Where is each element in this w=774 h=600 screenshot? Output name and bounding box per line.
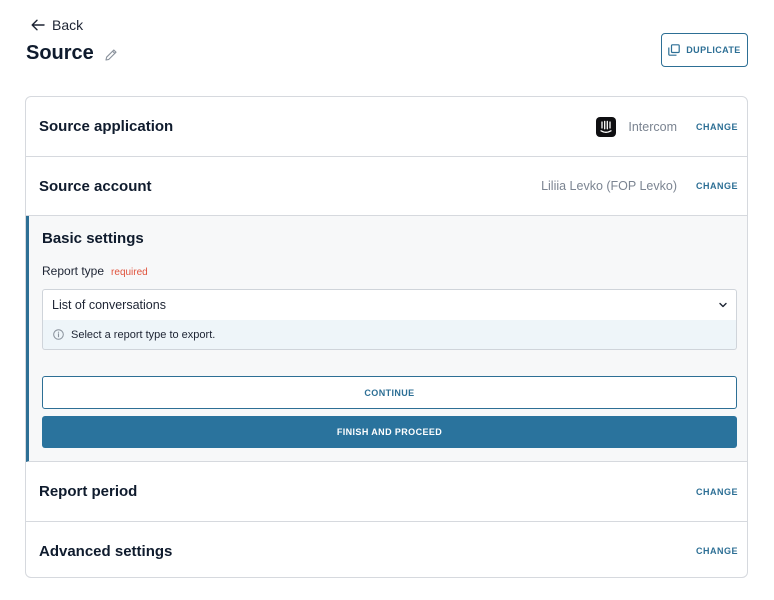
back-label: Back (52, 17, 84, 33)
required-badge: required (111, 267, 148, 278)
page-title: Source (26, 42, 94, 64)
report-type-select[interactable]: List of conversations (42, 289, 737, 321)
duplicate-icon (668, 44, 681, 56)
duplicate-label: DUPLICATE (686, 45, 741, 55)
change-report-period-button[interactable]: CHANGE (696, 487, 738, 497)
report-type-label-text: Report type (42, 264, 105, 278)
source-account-value: Liliia Levko (FOP Levko) (541, 179, 677, 193)
report-type-value: List of conversations (52, 298, 166, 312)
basic-settings-title: Basic settings (42, 230, 144, 247)
report-period-section: Report period CHANGE (26, 462, 747, 522)
back-link[interactable]: Back (31, 17, 83, 33)
chevron-down-icon (719, 302, 727, 308)
info-icon (53, 329, 64, 340)
finish-and-proceed-button[interactable]: FINISH AND PROCEED (42, 416, 737, 448)
advanced-settings-section: Advanced settings CHANGE (26, 522, 747, 577)
report-type-hint: Select a report type to export. (42, 320, 737, 350)
duplicate-button[interactable]: DUPLICATE (661, 33, 748, 67)
source-application-section: Source application Intercom CHANGE (26, 97, 747, 157)
continue-button[interactable]: CONTINUE (42, 376, 737, 409)
report-type-label: Report type required (42, 264, 148, 278)
change-source-application-button[interactable]: CHANGE (696, 122, 738, 132)
change-source-account-button[interactable]: CHANGE (696, 181, 738, 191)
source-application-value: Intercom (628, 119, 677, 134)
hint-text: Select a report type to export. (71, 328, 216, 341)
basic-settings-section: Basic settings Report type required List… (26, 216, 747, 462)
source-account-section: Source account Liliia Levko (FOP Levko) … (26, 157, 747, 216)
intercom-logo-icon (596, 116, 617, 137)
pencil-icon[interactable] (104, 48, 118, 62)
settings-card: Source application Intercom CHANGE Sourc… (25, 96, 748, 578)
report-period-title: Report period (39, 483, 138, 500)
advanced-settings-title: Advanced settings (39, 542, 173, 560)
arrow-left-icon (31, 19, 45, 31)
source-application-title: Source application (39, 118, 174, 135)
title-row: Source (26, 42, 118, 65)
change-advanced-settings-button[interactable]: CHANGE (696, 546, 738, 556)
source-account-title: Source account (39, 177, 152, 195)
